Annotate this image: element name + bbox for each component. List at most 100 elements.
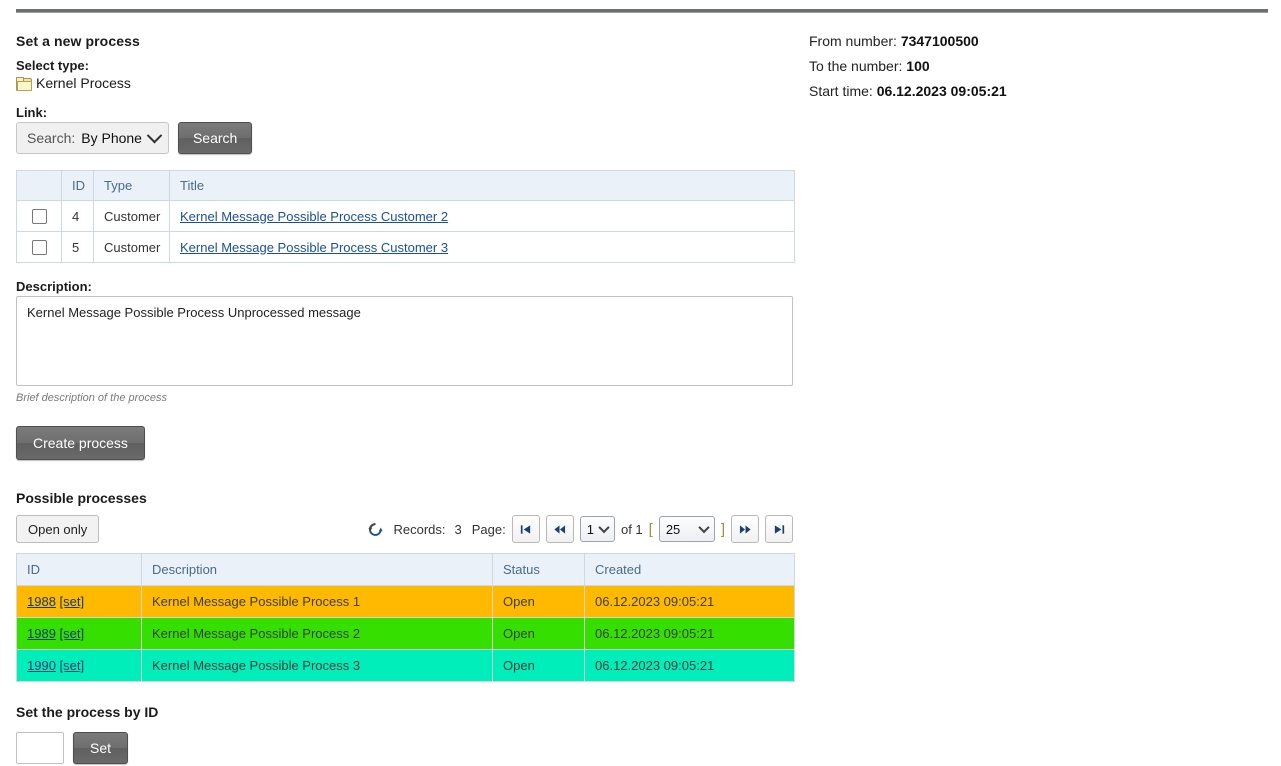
row-id-cell: 1990 [set] <box>17 650 142 682</box>
row-description: Kernel Message Possible Process 3 <box>142 650 493 682</box>
row-title-cell: Kernel Message Possible Process Customer… <box>170 232 795 263</box>
column-header-created: Created <box>585 554 795 586</box>
row-title-link[interactable]: Kernel Message Possible Process Customer… <box>180 209 448 224</box>
table-row: 5 Customer Kernel Message Possible Proce… <box>17 232 795 263</box>
process-id-input[interactable] <box>16 732 64 764</box>
select-type-label: Select type: <box>16 58 806 73</box>
from-number-value: 7347100500 <box>901 33 979 49</box>
row-checkbox-cell[interactable] <box>17 201 62 232</box>
column-header-type: Type <box>94 171 170 201</box>
row-created: 06.12.2023 09:05:21 <box>585 650 795 682</box>
from-number-label: From number: <box>809 33 897 49</box>
row-type: Customer <box>94 232 170 263</box>
description-hint: Brief description of the process <box>16 392 806 404</box>
link-label: Link: <box>16 105 806 120</box>
column-header-status: Status <box>493 554 585 586</box>
column-header-title: Title <box>170 171 795 201</box>
link-results-table: ID Type Title 4 Customer Kernel Message … <box>16 170 795 263</box>
search-mode-select[interactable]: Search: By Phone <box>16 122 169 154</box>
table-header-row: ID Description Status Created <box>17 554 795 586</box>
process-type-value: Kernel Process <box>36 75 131 91</box>
column-header-checkbox <box>17 171 62 201</box>
row-set-link[interactable]: [set] <box>60 626 85 641</box>
row-id-link[interactable]: 1988 <box>27 594 56 609</box>
table-row: 1988 [set] Kernel Message Possible Proce… <box>17 586 795 618</box>
open-only-button[interactable]: Open only <box>16 515 99 543</box>
row-description: Kernel Message Possible Process 2 <box>142 618 493 650</box>
start-time-row: Start time: 06.12.2023 09:05:21 <box>809 83 1229 99</box>
first-page-icon[interactable] <box>512 515 540 543</box>
row-id-link[interactable]: 1989 <box>27 626 56 641</box>
row-set-link[interactable]: [set] <box>60 594 85 609</box>
call-info-panel: From number: 7347100500 To the number: 1… <box>809 33 1229 108</box>
row-status: Open <box>493 618 585 650</box>
bracket-open: [ <box>649 521 653 538</box>
row-id: 4 <box>62 201 94 232</box>
set-by-id-row: Set <box>16 732 806 764</box>
row-created: 06.12.2023 09:05:21 <box>585 618 795 650</box>
column-header-id: ID <box>17 554 142 586</box>
table-header-row: ID Type Title <box>17 171 795 201</box>
create-process-button[interactable]: Create process <box>16 426 145 460</box>
row-id: 5 <box>62 232 94 263</box>
chevron-down-icon <box>147 127 163 143</box>
table-row: 4 Customer Kernel Message Possible Proce… <box>17 201 795 232</box>
table-row: 1990 [set] Kernel Message Possible Proce… <box>17 650 795 682</box>
chevron-down-icon <box>598 522 609 533</box>
set-button[interactable]: Set <box>73 732 128 764</box>
bracket-close: ] <box>721 521 725 538</box>
column-header-id: ID <box>62 171 94 201</box>
records-label: Records: <box>393 522 445 537</box>
row-description: Kernel Message Possible Process 1 <box>142 586 493 618</box>
to-number-row: To the number: 100 <box>809 58 1229 74</box>
main-form-column: Set a new process Select type: Kernel Pr… <box>16 33 806 766</box>
set-by-id-title: Set the process by ID <box>16 704 806 720</box>
folder-icon <box>16 77 31 90</box>
possible-processes-body: 1988 [set] Kernel Message Possible Proce… <box>17 586 795 682</box>
row-created: 06.12.2023 09:05:21 <box>585 586 795 618</box>
row-id-cell: 1988 [set] <box>17 586 142 618</box>
page-total-label: of 1 <box>621 522 643 537</box>
row-status: Open <box>493 650 585 682</box>
start-time-label: Start time: <box>809 83 873 99</box>
search-prefix-label: Search: <box>27 130 75 146</box>
link-table-body: 4 Customer Kernel Message Possible Proce… <box>17 201 795 263</box>
description-input[interactable] <box>16 296 793 386</box>
row-status: Open <box>493 586 585 618</box>
search-mode-value-wrap[interactable]: By Phone <box>81 130 160 146</box>
row-checkbox[interactable] <box>32 240 47 255</box>
row-checkbox-cell[interactable] <box>17 232 62 263</box>
search-mode-value: By Phone <box>81 130 142 146</box>
page-size-select[interactable]: 25 <box>659 516 715 542</box>
pagination-controls: Records: 3 Page: 1 of 1 [ 25 <box>368 515 793 543</box>
page-size-value: 25 <box>666 522 680 537</box>
refresh-icon[interactable] <box>368 522 383 537</box>
page-title: Set a new process <box>16 33 806 49</box>
process-type-row[interactable]: Kernel Process <box>16 75 806 91</box>
previous-page-icon[interactable] <box>546 515 574 543</box>
row-title-cell: Kernel Message Possible Process Customer… <box>170 201 795 232</box>
row-id-cell: 1989 [set] <box>17 618 142 650</box>
row-checkbox[interactable] <box>32 209 47 224</box>
records-count: 3 <box>455 522 462 537</box>
page-number-select[interactable]: 1 <box>580 516 615 542</box>
possible-processes-table: ID Description Status Created 1988 [set]… <box>16 553 795 682</box>
next-page-icon[interactable] <box>731 515 759 543</box>
column-header-description: Description <box>142 554 493 586</box>
page-root: Set a new process Select type: Kernel Pr… <box>0 0 1281 766</box>
from-number-row: From number: 7347100500 <box>809 33 1229 49</box>
page-label: Page: <box>472 522 506 537</box>
top-divider <box>16 9 1268 13</box>
possible-processes-toolbar: Open only Records: 3 Page: <box>16 515 795 543</box>
page-number-value: 1 <box>587 522 594 537</box>
row-type: Customer <box>94 201 170 232</box>
to-number-label: To the number: <box>809 58 902 74</box>
row-set-link[interactable]: [set] <box>60 658 85 673</box>
search-button[interactable]: Search <box>178 122 252 154</box>
last-page-icon[interactable] <box>765 515 793 543</box>
chevron-down-icon <box>698 522 709 533</box>
row-title-link[interactable]: Kernel Message Possible Process Customer… <box>180 240 448 255</box>
start-time-value: 06.12.2023 09:05:21 <box>877 83 1007 99</box>
to-number-value: 100 <box>906 58 929 74</box>
row-id-link[interactable]: 1990 <box>27 658 56 673</box>
